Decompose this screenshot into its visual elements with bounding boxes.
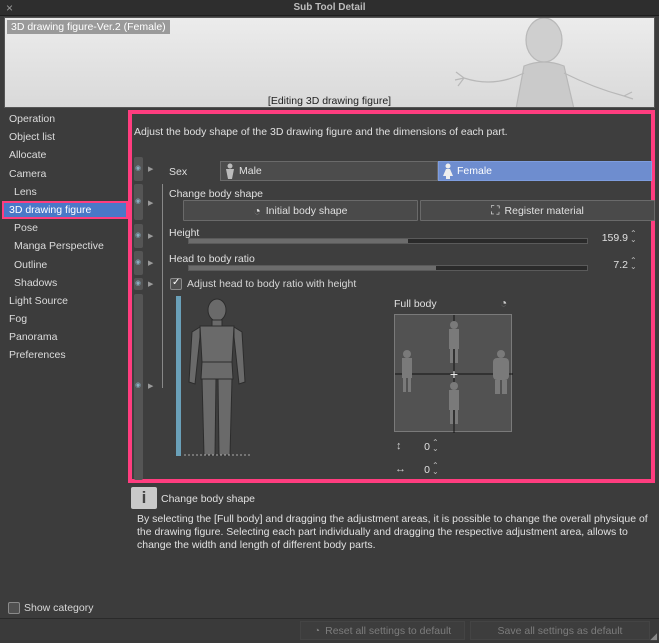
expand-arrow-icon[interactable]: ▶: [148, 382, 157, 391]
sex-label: Sex: [169, 166, 188, 178]
show-category-toggle[interactable]: Show category: [8, 602, 93, 614]
sidebar-item-manga-perspective[interactable]: Manga Perspective: [4, 237, 126, 255]
sex-male-button[interactable]: Male: [220, 161, 438, 181]
editing-status: [Editing 3D drawing figure]: [267, 95, 392, 107]
sidebar-item-object-list[interactable]: Object list: [4, 128, 126, 146]
eye-icon: ◉: [135, 259, 142, 266]
male-figure-icon: [226, 163, 234, 179]
sidebar-item-allocate[interactable]: Allocate: [4, 146, 126, 164]
visibility-toggle[interactable]: ◉: [134, 251, 143, 275]
head-ratio-spinner-icon[interactable]: ⌃ ⌄: [630, 257, 637, 271]
reset-circle-icon: ◔: [313, 624, 321, 637]
vertical-spinner-icon[interactable]: ⌃ ⌄: [432, 439, 439, 453]
vertical-adjust-icon: ↕: [396, 440, 402, 452]
full-body-reset-icon[interactable]: ◔: [500, 296, 507, 310]
visibility-toggle[interactable]: ◉: [134, 294, 143, 480]
category-sidebar: Operation Object list Allocate Camera Le…: [2, 110, 128, 620]
expand-arrow-icon[interactable]: ▶: [148, 259, 157, 268]
adjust-ratio-checkbox[interactable]: [170, 277, 182, 290]
sex-female-button[interactable]: Female: [438, 161, 652, 181]
settings-panel: Adjust the body shape of the 3D drawing …: [128, 110, 655, 483]
adjust-ratio-toggle[interactable]: Adjust head to body ratio with height: [170, 277, 357, 290]
head-ratio-slider-fill: [189, 266, 436, 270]
vertical-adjust-value[interactable]: 0: [410, 441, 430, 453]
adjust-ratio-label: Adjust head to body ratio with height: [187, 278, 357, 290]
body-adjust-pad[interactable]: +: [394, 314, 513, 433]
register-material-icon: ⛶: [491, 203, 500, 217]
sidebar-item-fog[interactable]: Fog: [4, 310, 126, 328]
female-figure-icon: [443, 163, 453, 179]
sex-male-label: Male: [239, 165, 262, 177]
eye-icon: ◉: [135, 198, 142, 205]
eye-icon: ◉: [135, 280, 142, 287]
save-all-button[interactable]: Save all settings as default: [470, 621, 650, 640]
sidebar-item-panorama[interactable]: Panorama: [4, 328, 126, 346]
body-part-figure[interactable]: [184, 297, 250, 457]
help-title: Change body shape: [161, 493, 255, 505]
sidebar-item-3d-drawing-figure[interactable]: 3D drawing figure: [2, 200, 128, 220]
sidebar-item-camera[interactable]: Camera: [4, 165, 126, 183]
panel-description: Adjust the body shape of the 3D drawing …: [134, 126, 508, 138]
sidebar-item-outline[interactable]: Outline: [4, 256, 126, 274]
horizontal-adjust-icon: ↔: [395, 463, 406, 475]
eye-icon: ◉: [135, 232, 142, 239]
tool-preview: 3D drawing figure-Ver.2 (Female) [Editin…: [4, 17, 655, 108]
register-material-button[interactable]: ⛶ Register material: [420, 200, 655, 221]
info-icon: i: [131, 487, 157, 509]
reset-circle-icon: ◔: [253, 203, 261, 218]
visibility-toggle[interactable]: ◉: [134, 184, 143, 220]
help-text: By selecting the [Full body] and draggin…: [137, 513, 648, 551]
head-ratio-label: Head to body ratio: [169, 253, 255, 265]
body-selection-bar[interactable]: [176, 296, 181, 456]
expand-arrow-icon[interactable]: ▶: [148, 199, 157, 208]
sidebar-item-light-source[interactable]: Light Source: [4, 292, 126, 310]
head-ratio-value[interactable]: 7.2: [582, 259, 628, 271]
reset-all-button[interactable]: ◔ Reset all settings to default: [300, 621, 465, 640]
eye-icon: ◉: [135, 165, 142, 172]
window-title: Sub Tool Detail: [293, 2, 366, 13]
resize-grip-icon[interactable]: ◢: [650, 631, 657, 642]
visibility-toggle[interactable]: ◉: [134, 224, 143, 248]
reset-all-label: Reset all settings to default: [325, 624, 452, 637]
head-ratio-slider[interactable]: [188, 265, 588, 271]
horizontal-spinner-icon[interactable]: ⌃ ⌄: [432, 462, 439, 476]
height-spinner-icon[interactable]: ⌃ ⌄: [630, 230, 637, 244]
sidebar-item-pose[interactable]: Pose: [4, 219, 126, 237]
height-slider[interactable]: [188, 238, 588, 244]
expand-arrow-icon[interactable]: ▶: [148, 165, 157, 174]
sidebar-item-shadows[interactable]: Shadows: [4, 274, 126, 292]
change-body-shape-label: Change body shape: [169, 188, 263, 200]
visibility-toggle[interactable]: ◉: [134, 157, 143, 181]
show-category-checkbox[interactable]: [8, 602, 20, 614]
expand-arrow-icon[interactable]: ▶: [148, 232, 157, 241]
initial-body-shape-label: Initial body shape: [265, 204, 348, 217]
sex-selector: Male Female: [220, 161, 652, 181]
register-material-label: Register material: [504, 204, 584, 217]
height-slider-fill: [189, 239, 408, 243]
sex-female-label: Female: [457, 165, 493, 177]
full-body-label: Full body: [394, 298, 437, 310]
initial-body-shape-button[interactable]: ◔ Initial body shape: [183, 200, 418, 221]
show-category-label: Show category: [24, 602, 94, 614]
sidebar-item-preferences[interactable]: Preferences: [4, 346, 126, 364]
title-bar: × Sub Tool Detail: [0, 0, 659, 16]
expand-arrow-icon[interactable]: ▶: [148, 280, 157, 289]
tree-connector: [162, 184, 166, 388]
eye-icon: ◉: [135, 382, 142, 389]
visibility-toggle[interactable]: ◉: [134, 278, 143, 290]
svg-text:+: +: [449, 368, 458, 381]
save-all-label: Save all settings as default: [497, 624, 623, 637]
footer-bar: ◔ Reset all settings to default Save all…: [0, 618, 659, 643]
horizontal-adjust-value[interactable]: 0: [410, 464, 430, 476]
height-value[interactable]: 159.9: [582, 232, 628, 244]
sidebar-item-lens[interactable]: Lens: [4, 183, 126, 201]
tool-name: 3D drawing figure-Ver.2 (Female): [7, 20, 170, 34]
body-adjust-grid: +: [395, 315, 513, 433]
sidebar-item-operation[interactable]: Operation: [4, 110, 126, 128]
